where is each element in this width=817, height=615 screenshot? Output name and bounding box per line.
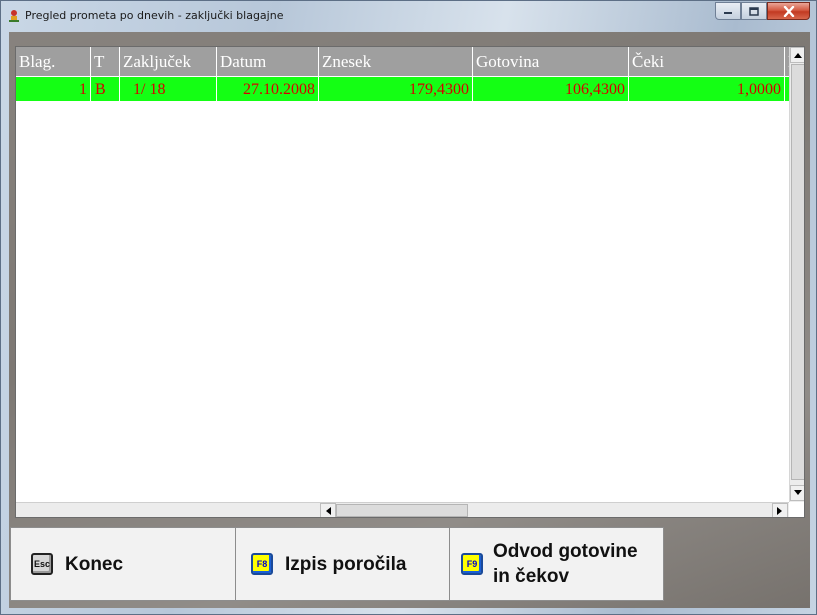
arrow-up-icon	[794, 53, 802, 58]
esc-key-icon: Esc	[31, 553, 53, 575]
close-icon	[783, 5, 794, 17]
scroll-right-button[interactable]	[772, 503, 788, 517]
client-area: Blag. T Zaključek Datum Znesek Gotovina …	[9, 32, 810, 608]
cell-t: B	[91, 77, 120, 102]
maximize-icon	[749, 6, 759, 16]
izpis-porocila-button[interactable]: F8 Izpis poročila	[235, 527, 450, 601]
scroll-down-button[interactable]	[790, 485, 804, 501]
column-header-ceki[interactable]: Čeki	[629, 47, 785, 77]
column-header-gotovina[interactable]: Gotovina	[473, 47, 629, 77]
column-header-t[interactable]: T	[91, 47, 120, 77]
odvod-gotovine-label-line2: in čekov	[493, 566, 570, 587]
title-bar[interactable]: Pregled prometa po dnevih - zaključki bl…	[1, 1, 816, 32]
minimize-icon	[724, 12, 732, 14]
scroll-up-button[interactable]	[790, 47, 804, 63]
konec-label: Konec	[65, 553, 124, 575]
grid-header: Blag. T Zaključek Datum Znesek Gotovina …	[16, 47, 804, 77]
scroll-left-button[interactable]	[320, 503, 336, 517]
column-header-blag[interactable]: Blag.	[16, 47, 91, 77]
cell-ceki: 1,0000	[629, 77, 785, 102]
column-header-zakljucek[interactable]: Zaključek	[120, 47, 217, 77]
window-title: Pregled prometa po dnevih - zaključki bl…	[25, 9, 284, 22]
close-button[interactable]	[767, 2, 810, 20]
odvod-gotovine-label-line1: Odvod gotovine	[493, 541, 638, 562]
vertical-scroll-thumb[interactable]	[791, 64, 804, 480]
arrow-down-icon	[794, 490, 802, 495]
f8-key-icon: F8	[251, 553, 273, 575]
maximize-button[interactable]	[741, 2, 767, 20]
cell-blag: 1	[16, 77, 91, 102]
odvod-gotovine-label: Odvod gotovine in čekov	[493, 539, 638, 589]
vertical-scrollbar[interactable]	[789, 47, 804, 502]
f9-key-icon: F9	[461, 553, 483, 575]
column-header-znesek[interactable]: Znesek	[319, 47, 473, 77]
konec-button[interactable]: Esc Konec	[10, 527, 236, 601]
horizontal-scrollbar[interactable]	[16, 502, 789, 517]
odvod-gotovine-button[interactable]: F9 Odvod gotovine in čekov	[449, 527, 664, 601]
horizontal-scroll-thumb[interactable]	[336, 504, 468, 517]
cell-gotovina: 106,4300	[473, 77, 629, 102]
minimize-button[interactable]	[715, 2, 741, 20]
arrow-left-icon	[326, 507, 331, 515]
caption-buttons	[715, 2, 810, 21]
app-window: Pregled prometa po dnevih - zaključki bl…	[0, 0, 817, 615]
arrow-right-icon	[777, 507, 782, 515]
app-icon	[9, 10, 19, 22]
cell-datum: 27.10.2008	[217, 77, 319, 102]
column-header-datum[interactable]: Datum	[217, 47, 319, 77]
cell-zakljucek: 1/ 18	[120, 77, 217, 102]
zakljucki-grid[interactable]: Blag. T Zaključek Datum Znesek Gotovina …	[15, 46, 805, 518]
izpis-porocila-label: Izpis poročila	[285, 553, 407, 575]
table-row[interactable]: 1 B 1/ 18 27.10.2008 179,4300 106,4300 1…	[16, 77, 804, 102]
cell-znesek: 179,4300	[319, 77, 473, 102]
